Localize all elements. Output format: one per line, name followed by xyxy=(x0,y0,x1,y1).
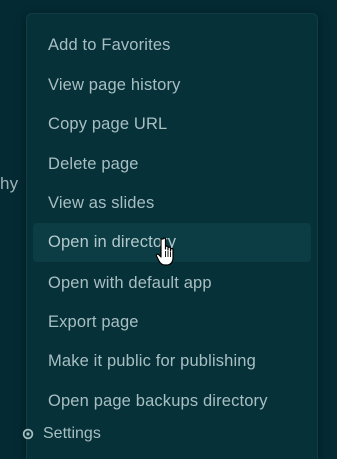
menu-item-copy-page-url[interactable]: Copy page URL xyxy=(33,105,311,144)
menu-item-open-with-default-app[interactable]: Open with default app xyxy=(33,264,311,303)
menu-item-view-page-history[interactable]: View page history xyxy=(33,66,311,105)
background-partial-text: hy xyxy=(0,174,19,193)
menu-item-make-public[interactable]: Make it public for publishing xyxy=(33,342,311,381)
menu-item-settings[interactable]: Settings xyxy=(21,425,101,443)
gear-icon xyxy=(22,428,34,440)
page-context-menu: Add to Favorites View page history Copy … xyxy=(26,13,318,459)
menu-item-export-page[interactable]: Export page xyxy=(33,303,311,342)
menu-item-delete-page[interactable]: Delete page xyxy=(33,145,311,184)
settings-label: Settings xyxy=(43,425,101,442)
menu-item-open-in-directory[interactable]: Open in directory xyxy=(33,223,311,262)
menu-item-view-as-slides[interactable]: View as slides xyxy=(33,184,311,223)
menu-item-add-to-favorites[interactable]: Add to Favorites xyxy=(33,26,311,65)
menu-item-open-backups-directory[interactable]: Open page backups directory xyxy=(33,382,311,421)
